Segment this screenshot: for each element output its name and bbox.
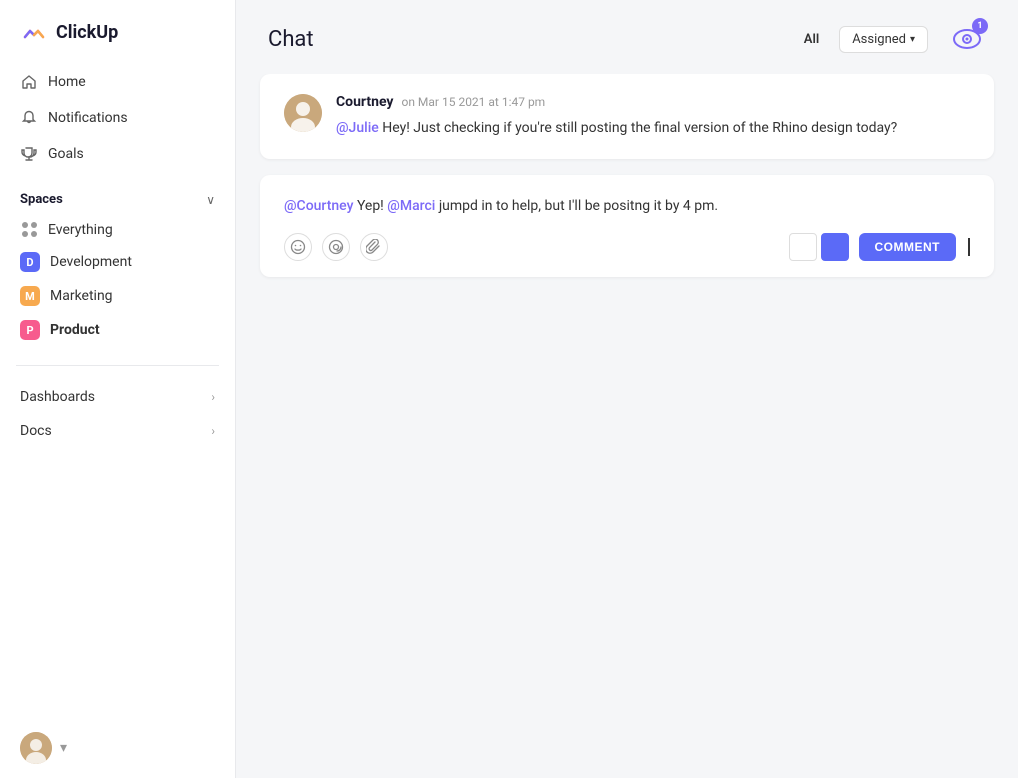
product-label: Product bbox=[50, 322, 100, 338]
product-badge: P bbox=[20, 320, 40, 340]
chat-title: Chat bbox=[268, 27, 784, 52]
message-text: @Julie Hey! Just checking if you're stil… bbox=[336, 118, 970, 139]
attachment-button[interactable] bbox=[360, 233, 388, 261]
message-time: on Mar 15 2021 at 1:47 pm bbox=[401, 95, 545, 109]
sidebar-item-everything[interactable]: Everything bbox=[20, 215, 215, 245]
chevron-down-icon: ∨ bbox=[206, 193, 215, 207]
user-chevron-icon: ▾ bbox=[60, 740, 67, 756]
format-btn-1[interactable] bbox=[789, 233, 817, 261]
chat-header: Chat All Assigned ▾ 1 bbox=[236, 0, 1018, 74]
main-nav: Home Notifications Goals bbox=[0, 60, 235, 176]
sidebar-divider bbox=[16, 365, 219, 366]
message-author: Courtney bbox=[336, 94, 393, 110]
courtney-avatar bbox=[284, 94, 322, 132]
development-badge: D bbox=[20, 252, 40, 272]
home-label: Home bbox=[48, 74, 86, 90]
mention-button[interactable] bbox=[322, 233, 350, 261]
everything-label: Everything bbox=[48, 222, 113, 238]
sidebar-item-notifications[interactable]: Notifications bbox=[0, 100, 235, 136]
marketing-label: Marketing bbox=[50, 288, 113, 304]
marketing-badge: M bbox=[20, 286, 40, 306]
mention-courtney: @Courtney bbox=[284, 198, 353, 214]
reply-card: @Courtney Yep! @Marci jumpd in to help, … bbox=[260, 175, 994, 277]
dashboards-label: Dashboards bbox=[20, 389, 95, 405]
watch-count-badge: 1 bbox=[972, 18, 988, 34]
cursor-indicator bbox=[968, 238, 970, 256]
comment-button[interactable]: COMMENT bbox=[859, 233, 957, 261]
bottom-nav: Dashboards › Docs › bbox=[0, 376, 235, 452]
docs-label: Docs bbox=[20, 423, 52, 439]
sidebar-item-docs[interactable]: Docs › bbox=[0, 414, 235, 448]
sidebar-item-development[interactable]: D Development bbox=[20, 245, 215, 279]
emoji-button[interactable] bbox=[284, 233, 312, 261]
notifications-label: Notifications bbox=[48, 110, 128, 126]
sidebar-item-product[interactable]: P Product bbox=[20, 313, 215, 347]
format-btn-2[interactable] bbox=[821, 233, 849, 261]
sidebar-item-home[interactable]: Home bbox=[0, 64, 235, 100]
message-card: Courtney on Mar 15 2021 at 1:47 pm @Juli… bbox=[260, 74, 994, 159]
sidebar: ClickUp Home Notifications bbox=[0, 0, 236, 778]
mention-marci: @Marci bbox=[387, 198, 435, 214]
development-label: Development bbox=[50, 254, 132, 270]
reply-text: @Courtney Yep! @Marci jumpd in to help, … bbox=[284, 195, 970, 217]
sidebar-item-dashboards[interactable]: Dashboards › bbox=[0, 380, 235, 414]
spaces-section: Spaces ∨ Everything D Development M Mark… bbox=[0, 176, 235, 355]
reply-text-1: Yep! bbox=[357, 198, 387, 214]
assigned-label: Assigned bbox=[852, 32, 906, 47]
spaces-title: Spaces bbox=[20, 192, 63, 207]
app-name: ClickUp bbox=[56, 22, 118, 43]
docs-chevron-icon: › bbox=[211, 424, 215, 438]
everything-dots-icon bbox=[22, 222, 38, 238]
filter-all-button[interactable]: All bbox=[804, 32, 819, 47]
watch-button[interactable]: 1 bbox=[948, 20, 986, 58]
dashboards-chevron-icon: › bbox=[211, 390, 215, 404]
sidebar-item-marketing[interactable]: M Marketing bbox=[20, 279, 215, 313]
filter-assigned-dropdown[interactable]: Assigned ▾ bbox=[839, 26, 928, 53]
spaces-header[interactable]: Spaces ∨ bbox=[20, 192, 215, 207]
goals-label: Goals bbox=[48, 146, 84, 162]
mention-julie: @Julie bbox=[336, 120, 379, 136]
logo-area[interactable]: ClickUp bbox=[0, 0, 235, 60]
assigned-chevron-icon: ▾ bbox=[910, 34, 915, 45]
format-buttons bbox=[789, 233, 849, 261]
clickup-logo-icon bbox=[20, 18, 48, 46]
avatar bbox=[20, 732, 52, 764]
message-body: Courtney on Mar 15 2021 at 1:47 pm @Juli… bbox=[336, 94, 970, 139]
user-profile[interactable]: ▾ bbox=[0, 718, 235, 778]
trophy-icon bbox=[20, 145, 38, 163]
message-content: Hey! Just checking if you're still posti… bbox=[382, 120, 897, 136]
chat-messages: Courtney on Mar 15 2021 at 1:47 pm @Juli… bbox=[236, 74, 1018, 778]
reply-toolbar: COMMENT bbox=[284, 233, 970, 261]
main-content: Chat All Assigned ▾ 1 bbox=[236, 0, 1018, 778]
bell-icon bbox=[20, 109, 38, 127]
sidebar-item-goals[interactable]: Goals bbox=[0, 136, 235, 172]
home-icon bbox=[20, 73, 38, 91]
reply-text-2: jumpd in to help, but I'll be positng it… bbox=[439, 198, 718, 214]
message-header: Courtney on Mar 15 2021 at 1:47 pm bbox=[336, 94, 970, 110]
